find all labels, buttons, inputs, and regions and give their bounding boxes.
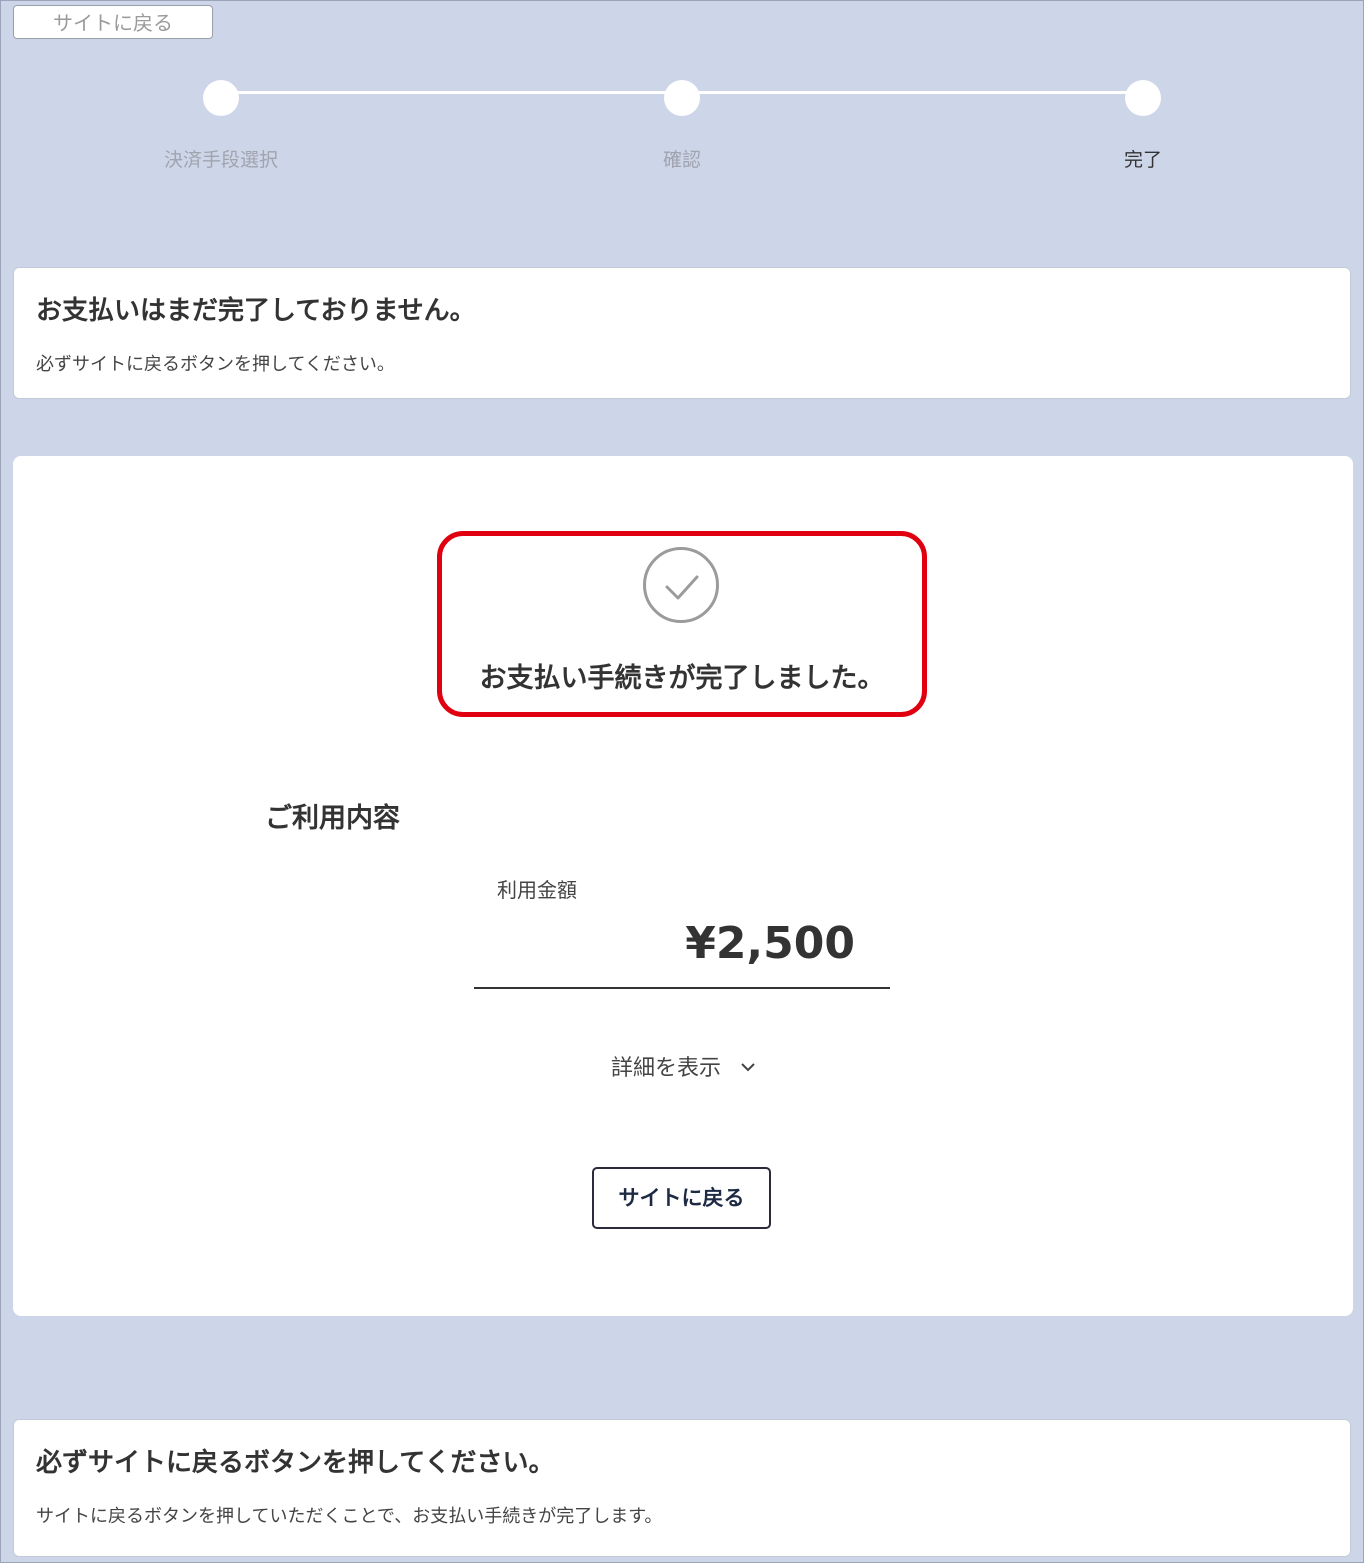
amount-label: 利用金額 bbox=[497, 878, 577, 902]
completion-card: お支払い手続きが完了しました。 ご利用内容 利用金額 ¥2,500 詳細を表示 … bbox=[13, 456, 1353, 1316]
show-details-label: 詳細を表示 bbox=[611, 1056, 722, 1081]
step-label-confirm: 確認 bbox=[662, 149, 701, 171]
check-circle-icon bbox=[643, 547, 719, 623]
step-dot-1 bbox=[203, 80, 239, 116]
step-label-select-payment: 決済手段選択 bbox=[163, 149, 278, 171]
progress-stepper: 決済手段選択 確認 完了 bbox=[1, 1, 1364, 201]
step-label-complete: 完了 bbox=[1123, 149, 1162, 171]
usage-title: ご利用内容 bbox=[265, 803, 400, 834]
bottom-notice: 必ずサイトに戻るボタンを押してください。 サイトに戻るボタンを押していただくこと… bbox=[13, 1419, 1351, 1557]
bottom-notice-title: 必ずサイトに戻るボタンを押してください。 bbox=[36, 1448, 555, 1478]
top-notice: お支払いはまだ完了しておりません。 必ずサイトに戻るボタンを押してください。 bbox=[13, 267, 1351, 399]
bottom-notice-body: サイトに戻るボタンを押していただくことで、お支払い手続きが完了します。 bbox=[36, 1506, 663, 1527]
top-notice-title: お支払いはまだ完了しておりません。 bbox=[36, 296, 476, 326]
amount-value: ¥2,500 bbox=[685, 918, 855, 969]
show-details-toggle[interactable]: 詳細を表示 bbox=[611, 1050, 757, 1082]
chevron-down-icon bbox=[739, 1054, 757, 1079]
step-dot-2 bbox=[664, 80, 700, 116]
step-dot-3 bbox=[1125, 80, 1161, 116]
amount-underline bbox=[474, 987, 890, 989]
completion-message: お支払い手続きが完了しました。 bbox=[479, 663, 885, 694]
top-notice-body: 必ずサイトに戻るボタンを押してください。 bbox=[36, 354, 395, 375]
back-to-site-button[interactable]: サイトに戻る bbox=[592, 1167, 771, 1229]
